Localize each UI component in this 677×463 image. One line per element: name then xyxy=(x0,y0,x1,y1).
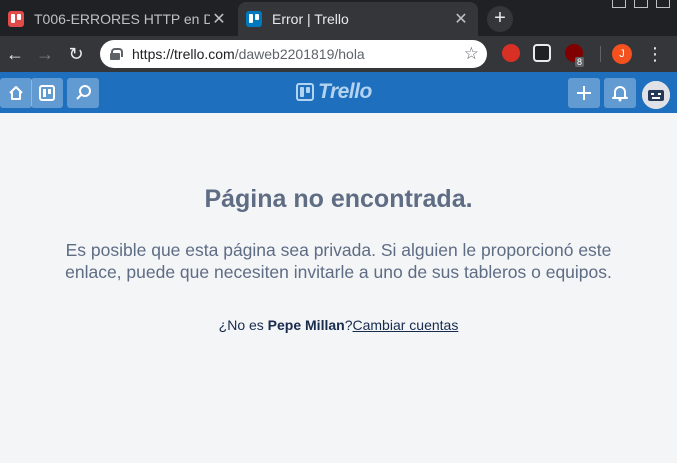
browser-menu-icon[interactable]: ⋮ xyxy=(645,40,665,68)
not-user-suffix: ? xyxy=(344,317,353,333)
back-arrow-icon[interactable]: ← xyxy=(2,40,28,68)
notifications-button[interactable] xyxy=(604,78,636,108)
trello-favicon-icon xyxy=(8,11,24,27)
browser-toolbar: ← → ↻ https://trello.com/daweb2201819/ho… xyxy=(0,36,677,72)
url-path: /daweb2201819/hola xyxy=(234,46,365,62)
reload-icon[interactable]: ↻ xyxy=(63,40,89,68)
trello-favicon-icon xyxy=(246,11,262,27)
user-avatar[interactable] xyxy=(640,79,672,111)
error-page-content: Página no encontrada. Es posible que est… xyxy=(0,113,677,463)
boards-icon xyxy=(39,85,55,101)
tab-title: Error | Trello xyxy=(272,11,349,27)
avatar-image-icon xyxy=(642,81,670,109)
user-name: Pepe Millan xyxy=(267,317,345,333)
bell-icon xyxy=(612,86,628,102)
maximize-window-icon[interactable] xyxy=(634,0,648,8)
create-button[interactable] xyxy=(568,78,600,108)
new-tab-button[interactable]: + xyxy=(487,6,513,32)
search-icon xyxy=(76,85,91,100)
trello-logo-text: Trello xyxy=(318,80,372,103)
extension-badge: 8 xyxy=(575,57,585,67)
url-host: https://trello.com xyxy=(132,46,235,62)
trello-logo-icon xyxy=(296,83,314,101)
trello-logo[interactable]: Trello xyxy=(296,80,372,104)
tab-close-icon[interactable]: ✕ xyxy=(210,9,228,29)
extension-icon[interactable] xyxy=(533,44,551,62)
browser-tab-active[interactable]: Error | Trello ✕ xyxy=(238,2,478,36)
account-switch-line: ¿No es Pepe Millan?Cambiar cuentas xyxy=(0,317,677,333)
error-message: Es posible que esta página sea privada. … xyxy=(65,240,612,282)
lock-icon xyxy=(110,48,123,60)
tab-title: T006-ERRORES HTTP en D xyxy=(34,11,210,27)
forward-arrow-icon[interactable]: → xyxy=(32,40,58,68)
browser-tab-strip: T006-ERRORES HTTP en D ✕ Error | Trello … xyxy=(0,0,677,36)
stop-extension-icon[interactable] xyxy=(502,44,520,62)
switch-accounts-link[interactable]: Cambiar cuentas xyxy=(353,317,459,333)
address-bar[interactable]: https://trello.com/daweb2201819/hola ☆ xyxy=(100,40,487,68)
toolbar-separator xyxy=(600,46,601,62)
minimize-window-icon[interactable] xyxy=(612,0,626,8)
tab-close-icon[interactable]: ✕ xyxy=(452,9,470,29)
trello-header: Trello xyxy=(0,72,677,113)
plus-icon xyxy=(577,86,591,100)
not-user-prefix: ¿No es xyxy=(218,317,268,333)
page-title: Página no encontrada. xyxy=(204,185,473,213)
bookmark-star-icon[interactable]: ☆ xyxy=(464,44,479,64)
home-button[interactable] xyxy=(0,78,32,108)
browser-tab-inactive[interactable]: T006-ERRORES HTTP en D ✕ xyxy=(0,2,236,36)
home-icon xyxy=(9,86,23,100)
boards-button[interactable] xyxy=(31,78,63,108)
close-window-icon[interactable] xyxy=(656,0,670,8)
search-button[interactable] xyxy=(67,78,99,108)
profile-avatar[interactable]: J xyxy=(612,44,632,64)
